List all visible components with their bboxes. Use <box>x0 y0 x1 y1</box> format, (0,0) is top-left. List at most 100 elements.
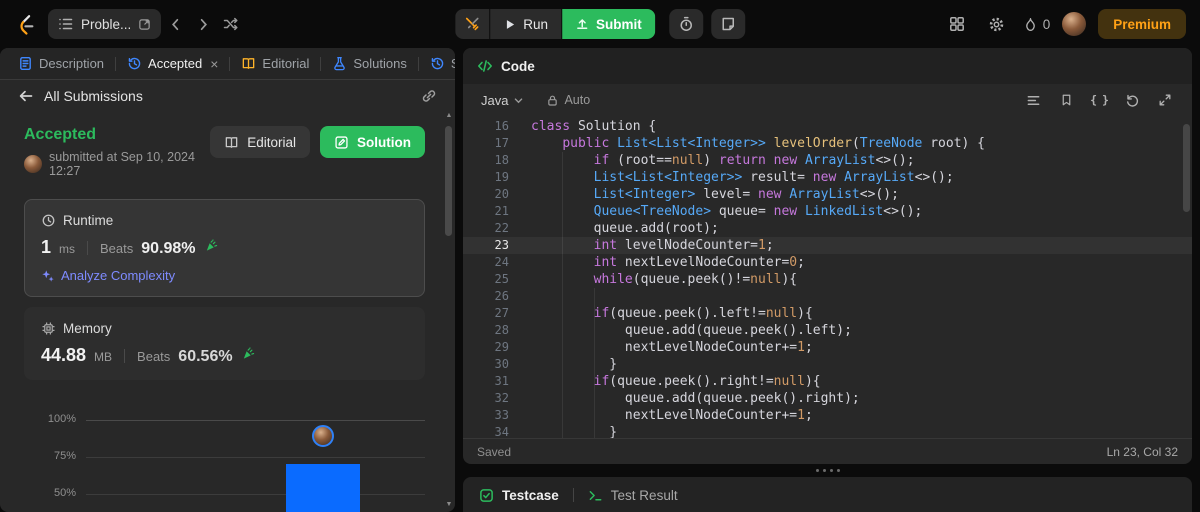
tab-label: Editorial <box>262 56 310 71</box>
settings-button[interactable] <box>983 9 1011 39</box>
editor-scrollbar-thumb[interactable] <box>1183 124 1190 212</box>
beats-label: Beats <box>100 241 134 256</box>
code-line[interactable]: 17 public List<List<Integer>> levelOrder… <box>463 135 1192 152</box>
problem-list-button[interactable]: Proble... <box>48 9 162 39</box>
reset-code-button[interactable] <box>1123 91 1141 109</box>
runtime-card[interactable]: Runtime 1 ms Beats 90.98% Analyze Comple… <box>24 199 425 297</box>
code-line[interactable]: 19 List<List<Integer>> result= new Array… <box>463 169 1192 186</box>
scroll-up-icon[interactable]: ▲ <box>444 112 454 119</box>
run-button[interactable]: Run <box>490 9 562 39</box>
code-line[interactable]: 25 while(queue.peek()!=null){ <box>463 271 1192 288</box>
tab-testcase[interactable]: Testcase <box>479 488 559 503</box>
gridline-100 <box>86 420 425 421</box>
close-icon[interactable]: × <box>210 57 218 71</box>
code-line[interactable]: 20 List<Integer> level= new ArrayList<>(… <box>463 186 1192 203</box>
scroll-down-icon[interactable]: ▼ <box>444 501 454 508</box>
code-line[interactable]: 32 queue.add(queue.peek().right); <box>463 390 1192 407</box>
tab-editorial[interactable]: Editorial <box>233 56 317 71</box>
premium-button[interactable]: Premium <box>1098 9 1186 39</box>
back-arrow-icon[interactable] <box>18 88 34 104</box>
code-editor[interactable]: 16 class Solution {17 public List<List<In… <box>463 116 1192 438</box>
editor-scrollbar[interactable] <box>1182 118 1190 436</box>
code-text: int levelNodeCounter=1; <box>593 238 774 253</box>
timer-button[interactable] <box>668 9 703 39</box>
all-submissions-link[interactable]: All Submissions <box>44 88 143 104</box>
layout-button[interactable] <box>943 9 971 39</box>
panel-resize-handle[interactable] <box>463 464 1192 477</box>
code-text: if(queue.peek().right!=null){ <box>593 374 821 389</box>
divider <box>87 240 89 255</box>
analyze-complexity-label: Analyze Complexity <box>61 268 176 283</box>
code-editor-content[interactable]: 16 class Solution {17 public List<List<In… <box>463 118 1192 438</box>
flask-icon <box>334 57 346 71</box>
language-select[interactable]: Java <box>475 90 530 111</box>
code-line[interactable]: 21 Queue<TreeNode> queue= new LinkedList… <box>463 203 1192 220</box>
line-number: 30 <box>494 357 509 371</box>
notes-button[interactable] <box>710 9 745 39</box>
code-line[interactable]: 22 queue.add(root); <box>463 220 1192 237</box>
shuffle-problem-button[interactable] <box>217 9 245 39</box>
submission-meta: submitted at Sep 10, 2024 12:27 <box>24 150 210 178</box>
y-tick-100: 100% <box>47 413 76 425</box>
code-text: if(queue.peek().left!=null){ <box>593 306 813 321</box>
console-panel: Testcase Test Result <box>463 477 1192 512</box>
line-number: 32 <box>494 391 509 405</box>
tab-label: Description <box>39 56 105 71</box>
user-avatar[interactable] <box>1062 12 1087 36</box>
align-lines-icon <box>1027 95 1039 105</box>
cursor-position[interactable]: Ln 23, Col 32 <box>1107 445 1178 459</box>
leetcode-logo[interactable] <box>14 12 36 36</box>
debugger-button[interactable] <box>455 9 490 39</box>
code-line[interactable]: 16 class Solution { <box>463 118 1192 135</box>
runtime-value: 1 <box>41 237 52 257</box>
next-problem-button[interactable] <box>189 9 217 39</box>
code-line[interactable]: 30 } <box>463 356 1192 373</box>
result-status-block: Accepted submitted at Sep 10, 2024 12:27 <box>24 126 210 178</box>
divider <box>124 348 126 363</box>
autocomplete-toggle[interactable]: Auto <box>546 93 590 107</box>
code-line[interactable]: 27 if(queue.peek().left!=null){ <box>463 305 1192 322</box>
braces-icon[interactable]: { } <box>1090 91 1109 109</box>
code-line[interactable]: 34 } <box>463 424 1192 438</box>
memory-card[interactable]: Memory 44.88 MB Beats 60.56% <box>24 307 425 380</box>
code-line[interactable]: 31 if(queue.peek().right!=null){ <box>463 373 1192 390</box>
beats-label: Beats <box>137 349 171 364</box>
solution-button[interactable]: Solution <box>320 126 425 158</box>
tab-accepted[interactable]: Accepted × <box>119 56 226 71</box>
code-line[interactable]: 26 <box>463 288 1192 305</box>
result-actions: Editorial Solution <box>210 126 425 158</box>
testcase-label: Testcase <box>502 487 559 503</box>
editorial-button-label: Editorial <box>247 134 296 150</box>
submit-button[interactable]: Submit <box>562 9 655 39</box>
editorial-button[interactable]: Editorial <box>210 126 310 158</box>
leetcode-logo-icon <box>20 15 34 35</box>
format-code-button[interactable] <box>1024 91 1042 109</box>
tab-description[interactable]: Description <box>10 56 112 71</box>
runtime-distribution-bar[interactable] <box>286 464 360 512</box>
scrollbar-thumb[interactable] <box>445 126 452 236</box>
code-text: if (root==null) return new ArrayList<>()… <box>593 153 915 168</box>
code-line[interactable]: 28 queue.add(queue.peek().left); <box>463 322 1192 339</box>
link-icon[interactable] <box>421 88 437 104</box>
tab-divider <box>417 56 419 71</box>
streak-counter[interactable]: 0 <box>1023 17 1050 32</box>
code-line[interactable]: 29 nextLevelNodeCounter+=1; <box>463 339 1192 356</box>
bookmark-button[interactable] <box>1057 91 1075 109</box>
code-line[interactable]: 24 int nextLevelNodeCounter=0; <box>463 254 1192 271</box>
code-line[interactable]: 23 int levelNodeCounter=1; <box>463 237 1192 254</box>
fullscreen-button[interactable] <box>1156 91 1174 109</box>
drag-dot <box>829 469 833 472</box>
analyze-complexity-link[interactable]: Analyze Complexity <box>41 268 408 283</box>
code-line[interactable]: 33 nextLevelNodeCounter+=1; <box>463 407 1192 424</box>
tab-solutions[interactable]: Solutions <box>324 56 414 71</box>
editor-statusbar: Saved Ln 23, Col 32 <box>463 438 1192 464</box>
memory-values: 44.88 MB Beats 60.56% <box>41 345 408 366</box>
tab-submissions[interactable]: Submissions <box>422 56 455 71</box>
tab-test-result[interactable]: Test Result <box>588 488 678 503</box>
code-line[interactable]: 18 if (root==null) return new ArrayList<… <box>463 152 1192 169</box>
memory-header: Memory <box>41 321 408 336</box>
popout-icon[interactable] <box>138 18 151 31</box>
prev-problem-button[interactable] <box>161 9 189 39</box>
left-panel-scrollbar[interactable]: ▲ ▼ <box>444 112 454 508</box>
list-icon <box>59 18 73 30</box>
